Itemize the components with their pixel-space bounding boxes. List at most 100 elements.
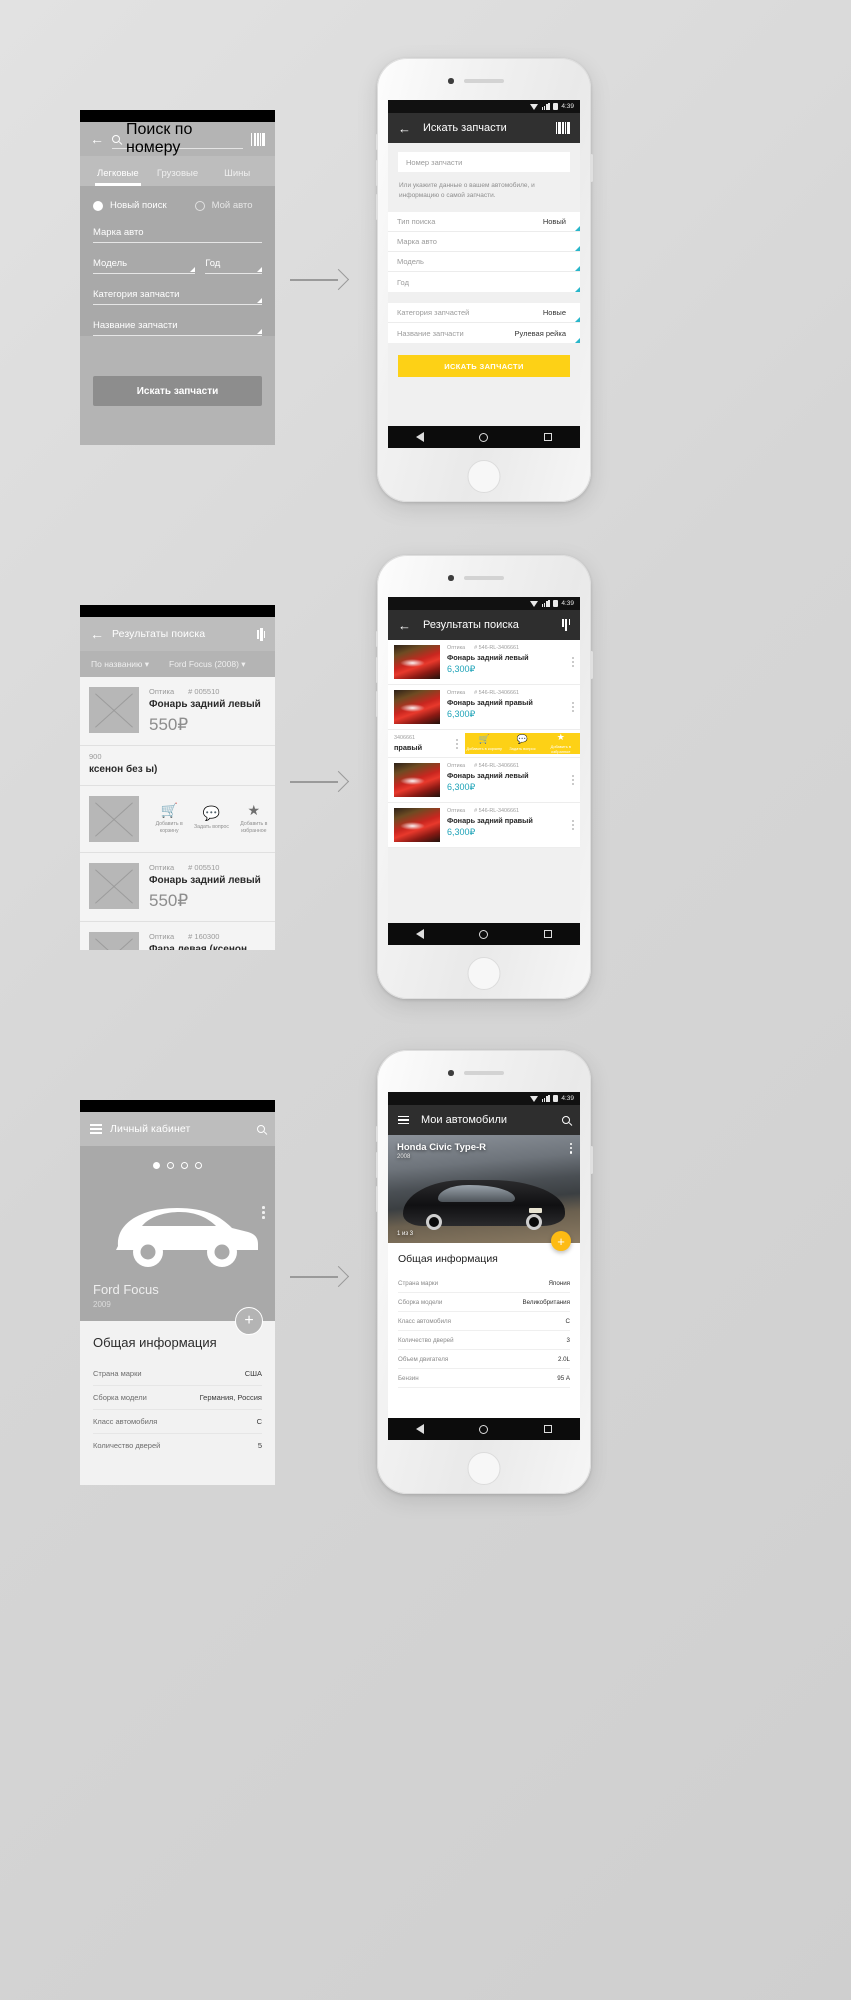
back-arrow-icon[interactable]: ← [90, 627, 104, 641]
recents-nav-icon[interactable] [544, 433, 553, 441]
search-icon[interactable] [257, 1125, 265, 1133]
dropdown-caret-icon [257, 329, 262, 334]
dropdown-caret-icon [190, 267, 196, 272]
home-nav-icon[interactable] [479, 432, 489, 442]
add-to-favorites-button[interactable]: ★ Добавить в избранное [542, 732, 580, 754]
field-model[interactable]: Модель [93, 258, 196, 274]
recents-nav-icon[interactable] [544, 1425, 553, 1433]
home-button[interactable] [467, 1452, 501, 1485]
overflow-menu-icon[interactable] [569, 820, 574, 830]
power-button[interactable] [590, 651, 593, 679]
radio-new-search[interactable]: Новый поиск [93, 200, 167, 211]
row-label: Модель [397, 257, 424, 267]
tab-trucks[interactable]: Грузовые [148, 168, 208, 186]
barcode-scan-icon[interactable] [251, 132, 265, 146]
wireframe-result-row[interactable]: Оптика # 005510 Фонарь задний левый 550₽ [80, 853, 275, 922]
row-brand[interactable]: Марка авто [388, 232, 580, 253]
status-clock: 4:39 [561, 103, 574, 110]
row-part-name[interactable]: Название запчасти Рулевая рейка [388, 323, 580, 344]
result-row[interactable]: Оптика # 546-RL-3406661 Фонарь задний пр… [388, 685, 580, 730]
page-title: Мои автомобили [421, 1114, 508, 1126]
menu-icon[interactable] [90, 1124, 102, 1134]
overflow-menu-icon[interactable] [453, 738, 458, 749]
row-search-type[interactable]: Тип поиска Новый [388, 212, 580, 233]
filter-sort[interactable]: По названию ▾ [91, 659, 149, 670]
volume-down-button[interactable] [375, 691, 378, 717]
add-to-cart-button[interactable]: 🛒 Добавить в корзину [465, 733, 503, 754]
home-nav-icon[interactable] [479, 929, 489, 939]
add-to-favorites-button[interactable]: ★ Добавить в избранное [233, 786, 275, 852]
search-parts-button[interactable]: Искать запчасти [93, 376, 262, 406]
row-label: Название запчасти [397, 328, 464, 338]
back-nav-icon[interactable] [415, 1424, 424, 1434]
filter-car[interactable]: Ford Focus (2008) ▾ [169, 659, 246, 670]
form-group-vehicle: Тип поиска Новый Марка авто Модель Год [388, 212, 580, 293]
back-nav-icon[interactable] [415, 432, 424, 442]
part-name: Фонарь задний левый [149, 875, 261, 886]
overflow-menu-icon[interactable] [569, 775, 574, 785]
dropdown-caret-icon [257, 298, 262, 303]
back-arrow-icon[interactable]: ← [90, 132, 104, 146]
result-row[interactable]: Оптика # 546-RL-3406661 Фонарь задний ле… [388, 758, 580, 803]
tab-tires[interactable]: Шины [207, 168, 267, 186]
field-part-name[interactable]: Название запчасти [93, 320, 262, 336]
add-car-button[interactable]: + [235, 1307, 263, 1335]
ask-question-button[interactable]: 💬 Задать вопрос [190, 786, 232, 852]
field-year[interactable]: Год [205, 258, 262, 274]
row-value: Рулевая рейка [514, 328, 566, 338]
field-category[interactable]: Категория запчасти [93, 289, 262, 305]
power-button[interactable] [590, 154, 593, 182]
part-sku: # 546-RL-3406661 [474, 690, 520, 696]
showcase-row-garage: Личный кабинет Ford Focus 2009 + Общая и… [0, 1040, 851, 1600]
overflow-menu-icon[interactable] [569, 657, 574, 667]
tab-cars[interactable]: Легковые [88, 168, 148, 186]
part-sku: # 546-RL-3406661 [474, 645, 520, 651]
search-icon[interactable] [562, 1116, 570, 1124]
row-category[interactable]: Категория запчастей Новые [388, 303, 580, 324]
wireframe-app-bar: ← Поиск по номеру [80, 121, 275, 156]
result-row[interactable]: Оптика # 546-RL-3406661 Фонарь задний пр… [388, 803, 580, 848]
ask-question-button[interactable]: 💬 Задать вопрос [503, 733, 541, 754]
silent-switch[interactable] [375, 1126, 378, 1142]
volume-up-button[interactable] [375, 1152, 378, 1178]
volume-down-button[interactable] [375, 1186, 378, 1212]
row-year[interactable]: Год [388, 272, 580, 293]
overflow-menu-icon[interactable] [569, 1143, 572, 1154]
volume-up-button[interactable] [375, 657, 378, 683]
home-nav-icon[interactable] [479, 1424, 489, 1434]
field-brand[interactable]: Марка авто [93, 227, 262, 243]
menu-icon[interactable] [398, 1115, 409, 1125]
barcode-scan-icon[interactable] [555, 122, 570, 134]
car-name: Ford Focus [93, 1282, 159, 1297]
search-input[interactable]: Поиск по номеру [112, 121, 244, 156]
power-button[interactable] [590, 1146, 593, 1174]
back-arrow-icon[interactable]: ← [398, 122, 411, 135]
wireframe-tabs: Легковые Грузовые Шины [80, 156, 275, 186]
home-button[interactable] [467, 957, 501, 990]
phone-mockup-garage: 4:39 Мои автомобили Honda Civic Type-R 2… [375, 1050, 593, 1494]
info-key: Количество дверей [93, 1441, 161, 1450]
result-row[interactable]: Оптика # 546-RL-3406661 Фонарь задний ле… [388, 640, 580, 685]
battery-icon [553, 102, 558, 111]
part-photo [394, 645, 440, 679]
wireframe-result-row[interactable]: Оптика # 005510 Фонарь задний левый 550₽ [80, 677, 275, 746]
back-nav-icon[interactable] [415, 929, 424, 939]
home-button[interactable] [467, 460, 501, 493]
row-model[interactable]: Модель [388, 252, 580, 273]
sort-filter-icon[interactable] [562, 619, 570, 631]
silent-switch[interactable] [375, 134, 378, 150]
wireframe-result-row[interactable]: Оптика # 160300 Фара левая (ксенон без б… [80, 921, 275, 950]
recents-nav-icon[interactable] [544, 930, 553, 938]
radio-my-car[interactable]: Мой авто [194, 200, 253, 211]
volume-up-button[interactable] [375, 160, 378, 186]
sort-filter-icon[interactable] [257, 627, 265, 641]
search-parts-button[interactable]: ИСКАТЬ ЗАПЧАСТИ [398, 355, 570, 378]
add-car-button[interactable]: + [551, 1231, 571, 1251]
back-arrow-icon[interactable]: ← [398, 619, 411, 632]
part-number-input[interactable]: Номер запчасти [398, 152, 570, 172]
add-to-cart-button[interactable]: 🛒 Добавить в корзину [148, 786, 190, 852]
silent-switch[interactable] [375, 631, 378, 647]
overflow-menu-icon[interactable] [569, 702, 574, 712]
volume-down-button[interactable] [375, 194, 378, 220]
front-camera [448, 575, 454, 581]
